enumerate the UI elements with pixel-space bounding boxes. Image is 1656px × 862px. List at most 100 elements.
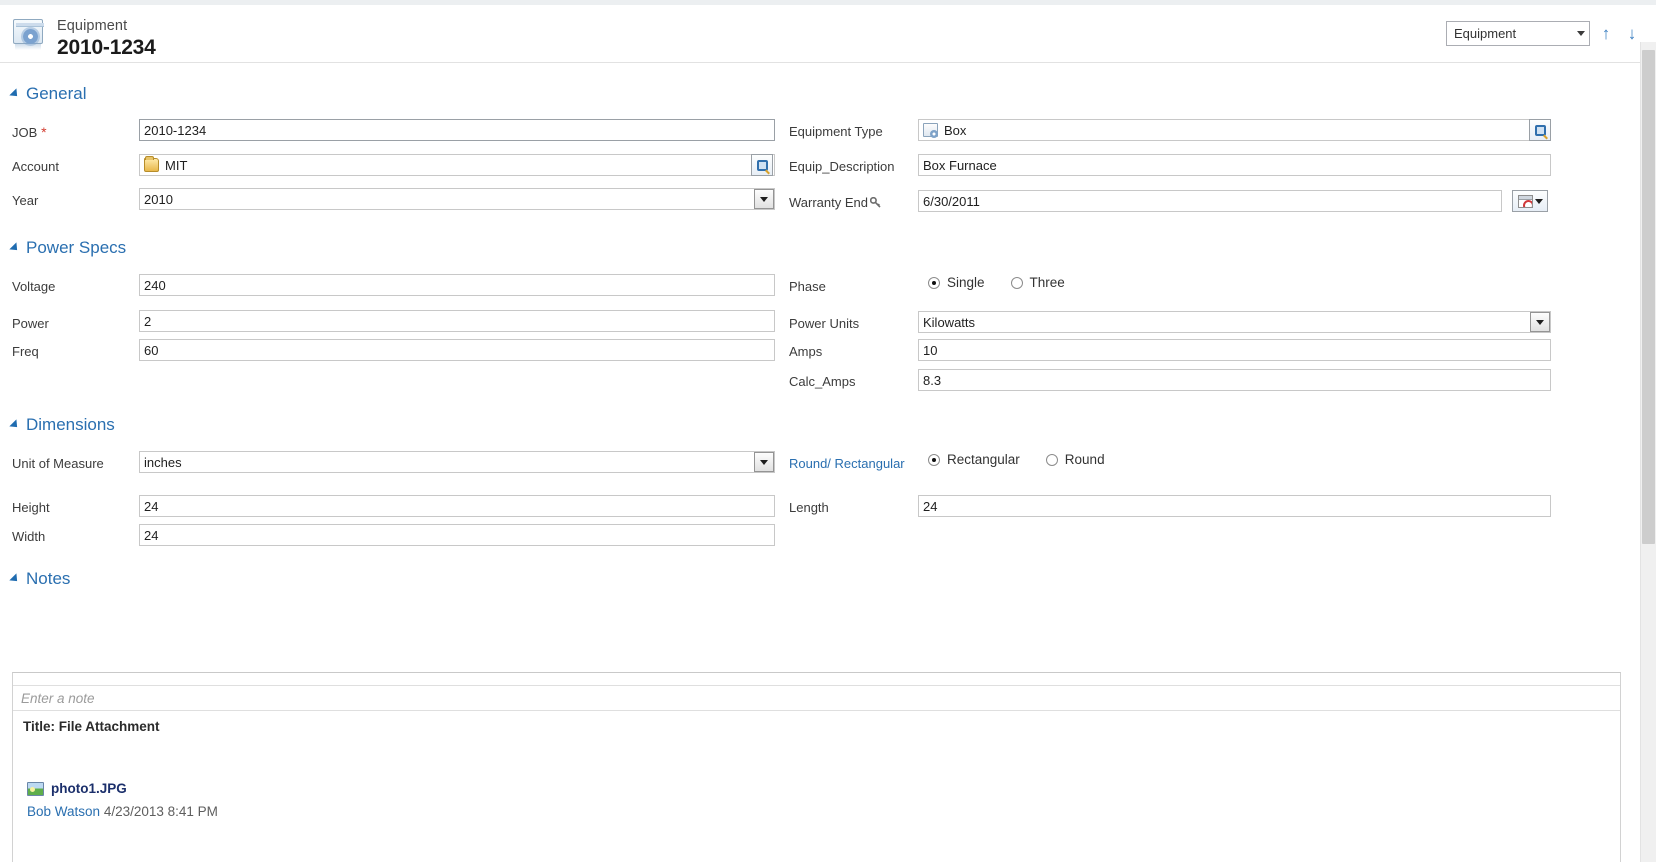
collapse-triangle-icon bbox=[9, 88, 21, 100]
notes-panel: Enter a note Title: File Attachment phot… bbox=[12, 672, 1621, 862]
calc-amps-input[interactable]: 8.3 bbox=[918, 369, 1551, 391]
equipment-type-input[interactable]: Box bbox=[918, 119, 1551, 141]
attachment-author[interactable]: Bob Watson bbox=[27, 804, 100, 819]
attachment-timestamp: 4/23/2013 8:41 PM bbox=[103, 804, 218, 819]
shape-option-round-label: Round bbox=[1064, 452, 1105, 467]
label-freq: Freq bbox=[12, 344, 39, 359]
search-icon bbox=[1534, 124, 1546, 136]
account-lookup-button[interactable] bbox=[751, 154, 773, 176]
height-input[interactable]: 24 bbox=[139, 495, 775, 517]
section-title-general: General bbox=[26, 84, 87, 103]
radio-selected-icon bbox=[928, 276, 940, 289]
amps-input[interactable]: 10 bbox=[918, 339, 1551, 361]
voltage-input[interactable]: 240 bbox=[139, 274, 775, 296]
power-input[interactable]: 2 bbox=[139, 310, 775, 332]
section-header-dimensions[interactable]: Dimensions bbox=[9, 415, 115, 435]
power-units-input[interactable]: Kilowatts bbox=[918, 311, 1551, 333]
equipment-type-value: Box bbox=[944, 122, 967, 138]
label-round-rectangular[interactable]: Round/ Rectangular bbox=[789, 456, 905, 471]
label-account: Account bbox=[12, 159, 59, 174]
chevron-down-icon bbox=[1577, 30, 1585, 36]
label-warranty-end-text: Warranty End bbox=[789, 195, 868, 210]
image-file-icon bbox=[27, 781, 44, 796]
label-voltage: Voltage bbox=[12, 279, 56, 294]
section-header-power-specs[interactable]: Power Specs bbox=[9, 238, 127, 258]
shape-option-rectangular[interactable]: Rectangular bbox=[928, 452, 1020, 467]
box-record-icon bbox=[923, 123, 938, 138]
attachment-meta: Bob Watson 4/23/2013 8:41 PM bbox=[27, 804, 218, 819]
phase-option-single-label: Single bbox=[947, 275, 985, 290]
width-input[interactable]: 24 bbox=[139, 524, 775, 546]
section-title-dimensions: Dimensions bbox=[26, 415, 115, 434]
job-input[interactable]: 2010-1234 bbox=[139, 119, 775, 141]
vertical-scrollbar[interactable] bbox=[1640, 42, 1656, 862]
note-title: Title: File Attachment bbox=[23, 719, 160, 734]
page-title: 2010-1234 bbox=[57, 36, 156, 59]
header-actions: Equipment ↑ ↓ bbox=[1446, 20, 1642, 46]
radio-selected-icon bbox=[928, 453, 940, 466]
collapse-triangle-icon bbox=[9, 419, 21, 431]
attachment-filename[interactable]: photo1.JPG bbox=[51, 781, 127, 796]
year-input[interactable]: 2010 bbox=[139, 188, 775, 210]
record-header: Equipment 2010-1234 Equipment ↑ ↓ bbox=[0, 5, 1656, 63]
power-units-dropdown-button[interactable] bbox=[1530, 312, 1550, 332]
phase-option-three[interactable]: Three bbox=[1010, 275, 1065, 290]
scrollbar-thumb[interactable] bbox=[1642, 50, 1655, 544]
chevron-down-icon bbox=[760, 459, 768, 465]
record-entity-label: Equipment bbox=[57, 18, 128, 34]
section-header-general[interactable]: General bbox=[9, 84, 87, 104]
label-warranty-end: Warranty End bbox=[789, 195, 881, 210]
unit-of-measure-input[interactable]: inches bbox=[139, 451, 775, 473]
section-title-notes: Notes bbox=[26, 569, 71, 588]
note-entry-input[interactable]: Enter a note bbox=[13, 685, 1620, 711]
label-phase: Phase bbox=[789, 279, 826, 294]
arrow-up-icon[interactable]: ↑ bbox=[1596, 21, 1616, 46]
length-input[interactable]: 24 bbox=[918, 495, 1551, 517]
phase-option-single[interactable]: Single bbox=[928, 275, 985, 290]
entity-selector[interactable]: Equipment bbox=[1446, 20, 1590, 46]
collapse-triangle-icon bbox=[9, 242, 21, 254]
label-job: JOB bbox=[12, 124, 47, 140]
key-icon bbox=[869, 196, 881, 208]
round-rectangular-radio-group[interactable]: Rectangular Round bbox=[928, 452, 1131, 467]
year-dropdown-button[interactable] bbox=[754, 189, 774, 209]
calendar-icon bbox=[1517, 194, 1533, 208]
equipment-form: General JOB 2010-1234 Account MIT Year 2… bbox=[0, 64, 1646, 862]
label-width: Width bbox=[12, 529, 46, 544]
entity-selector-value: Equipment bbox=[1454, 25, 1517, 41]
label-power-units: Power Units bbox=[789, 316, 860, 331]
phase-radio-group[interactable]: Single Three bbox=[928, 275, 1091, 290]
shape-option-round[interactable]: Round bbox=[1045, 452, 1105, 467]
warranty-end-datepicker-button[interactable] bbox=[1512, 190, 1548, 212]
phase-option-three-label: Three bbox=[1029, 275, 1065, 290]
label-year: Year bbox=[12, 193, 39, 208]
radio-unselected-icon bbox=[1010, 276, 1023, 289]
chevron-down-icon bbox=[1534, 198, 1543, 204]
section-title-power-specs: Power Specs bbox=[26, 238, 127, 257]
note-attachment[interactable]: photo1.JPG bbox=[27, 781, 127, 796]
label-equip-description: Equip_Description bbox=[789, 159, 895, 174]
label-equipment-type: Equipment Type bbox=[789, 124, 883, 139]
label-calc-amps: Calc_Amps bbox=[789, 374, 856, 389]
label-length: Length bbox=[789, 500, 829, 515]
freq-input[interactable]: 60 bbox=[139, 339, 775, 361]
shape-option-rectangular-label: Rectangular bbox=[947, 452, 1020, 467]
account-value: MIT bbox=[165, 157, 188, 173]
chevron-down-icon bbox=[1536, 319, 1544, 325]
arrow-down-icon[interactable]: ↓ bbox=[1622, 21, 1642, 46]
unit-of-measure-dropdown-button[interactable] bbox=[754, 452, 774, 472]
label-unit-of-measure: Unit of Measure bbox=[12, 456, 104, 471]
equip-description-input[interactable]: Box Furnace bbox=[918, 154, 1551, 176]
equipment-type-lookup-button[interactable] bbox=[1529, 119, 1551, 141]
section-header-notes[interactable]: Notes bbox=[9, 569, 71, 589]
warranty-end-input[interactable]: 6/30/2011 bbox=[918, 190, 1502, 212]
radio-unselected-icon bbox=[1045, 453, 1058, 466]
label-amps: Amps bbox=[789, 344, 823, 359]
equipment-record-icon bbox=[12, 17, 46, 51]
chevron-down-icon bbox=[760, 196, 768, 202]
label-height: Height bbox=[12, 500, 50, 515]
account-input[interactable]: MIT bbox=[139, 154, 775, 176]
collapse-triangle-icon bbox=[9, 573, 21, 585]
label-power: Power bbox=[12, 316, 49, 331]
folder-icon bbox=[144, 156, 159, 172]
